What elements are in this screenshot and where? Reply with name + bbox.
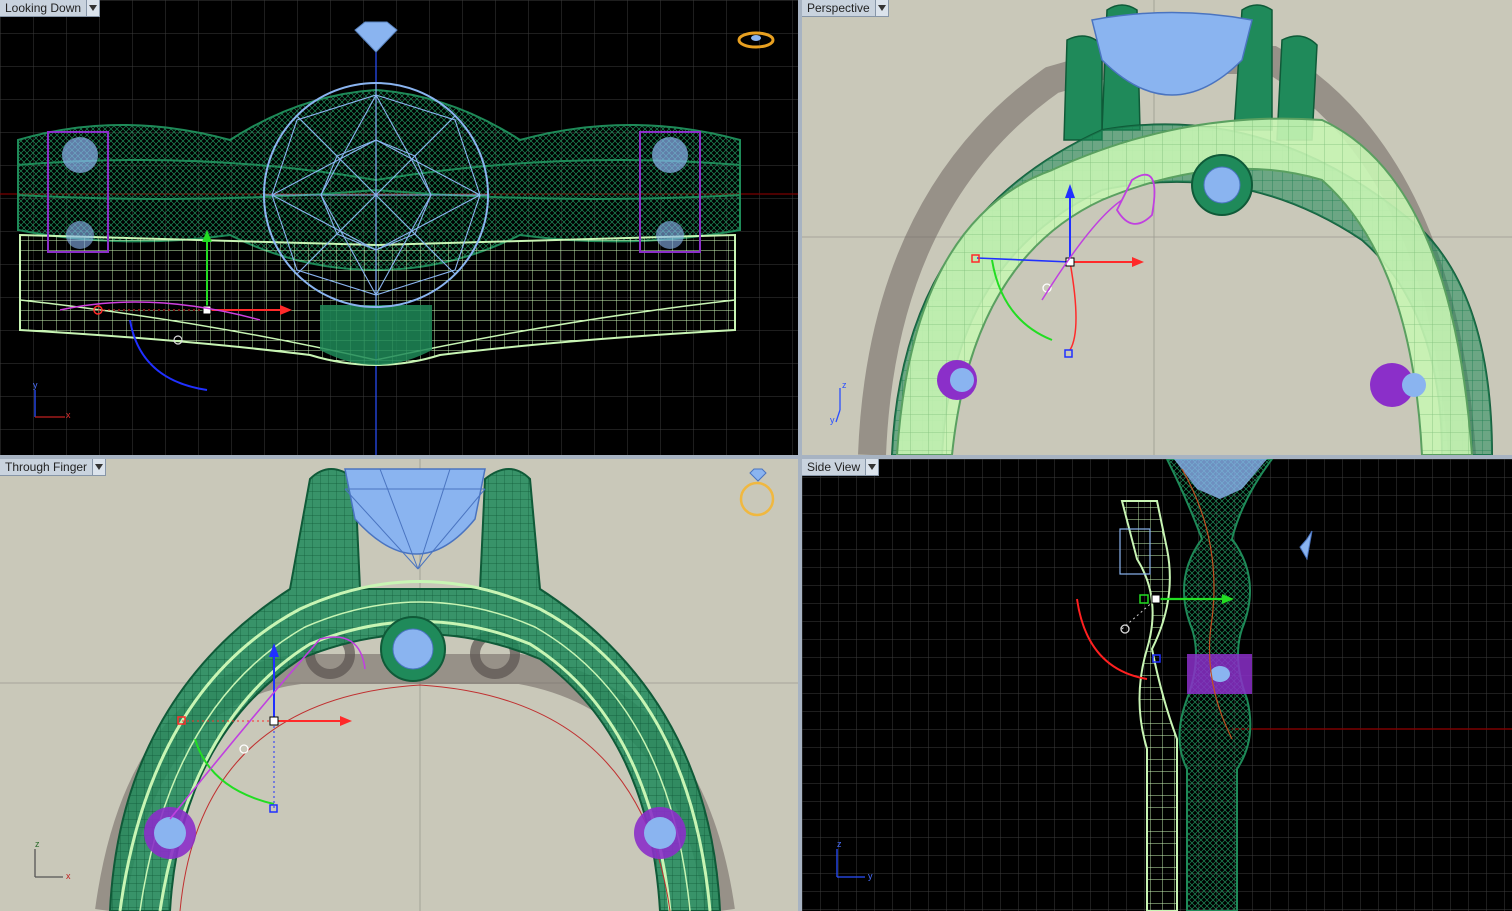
looking-down-scene[interactable] [0,0,798,455]
axis-label-h: x [66,410,71,420]
through-finger-scene[interactable] [0,459,798,911]
axis-icon: z y [828,380,873,430]
viewport-title-label: Perspective [807,1,870,15]
axis-label-h: y [868,871,873,881]
viewport-looking-down[interactable]: Looking Down y x [0,0,798,455]
dropdown-icon[interactable] [86,0,100,16]
axis-icon: z x [30,839,75,884]
axis-label-v: y [33,380,38,390]
dropdown-icon[interactable] [874,0,888,16]
dropdown-icon[interactable] [865,459,879,475]
viewport-title-looking-down[interactable]: Looking Down [0,0,101,17]
viewport-title-side-view[interactable]: Side View [802,459,880,476]
viewport-perspective[interactable]: Perspective z y [802,0,1512,455]
viewport-title-label: Looking Down [5,1,82,15]
viewport-through-finger[interactable]: Through Finger z x [0,459,798,911]
viewport-title-through-finger[interactable]: Through Finger [0,459,107,476]
viewport-title-perspective[interactable]: Perspective [802,0,889,17]
axis-label-h: y [830,415,835,425]
viewport-title-label: Side View [807,460,861,474]
side-view-scene[interactable] [802,459,1512,911]
perspective-scene[interactable] [802,0,1512,455]
axis-label-v: z [842,380,847,390]
axis-icon: z y [832,839,877,884]
viewport-title-label: Through Finger [5,460,88,474]
axis-label-h: x [66,871,71,881]
axis-icon: y x [30,380,75,422]
viewport-side-view[interactable]: Side View z y [802,459,1512,911]
axis-label-v: z [35,839,40,849]
viewport-divider-horizontal[interactable] [0,455,1512,459]
axis-label-v: z [837,839,842,849]
dropdown-icon[interactable] [92,459,106,475]
